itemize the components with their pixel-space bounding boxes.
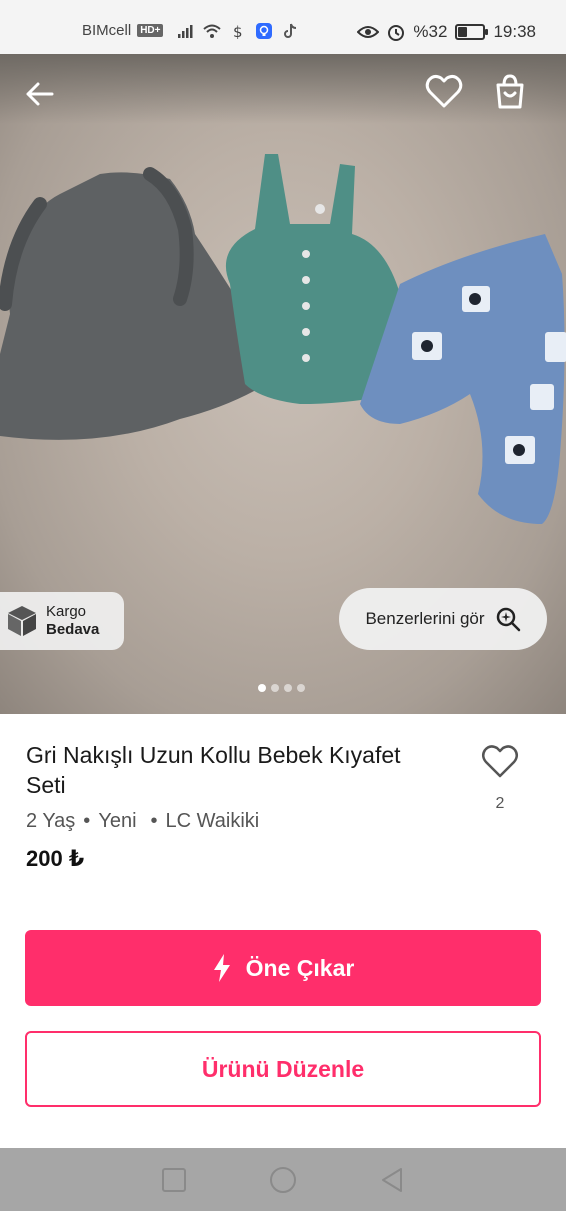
product-meta: 2 Yaş • Yeni • LC Waikiki — [26, 810, 259, 833]
bullet-separator: • — [83, 810, 91, 832]
promote-button[interactable]: Öne Çıkar — [25, 930, 541, 1006]
shopping-bag-icon[interactable] — [490, 72, 530, 112]
size-value: 2 Yaş — [26, 810, 76, 832]
tiktok-icon — [284, 23, 297, 38]
product-image-carousel[interactable]: Kargo Bedava Benzerlerini gör — [0, 54, 566, 714]
signal-icon — [178, 24, 193, 38]
package-box-icon — [8, 606, 36, 636]
bullet-separator: • — [150, 810, 158, 832]
back-arrow-icon[interactable] — [22, 76, 58, 112]
condition-value: Yeni — [98, 810, 137, 832]
system-navigation-bar — [0, 1148, 566, 1211]
favorite-section[interactable]: 2 — [480, 744, 520, 813]
heart-outline-icon[interactable] — [481, 744, 519, 780]
status-bar: BIMcell HD+ $ %32 19:38 — [0, 0, 566, 54]
carousel-indicator — [258, 684, 305, 692]
edit-product-button[interactable]: Ürünü Düzenle — [25, 1031, 541, 1107]
status-left: BIMcell HD+ $ — [82, 22, 299, 39]
back-triangle-icon[interactable] — [379, 1167, 405, 1193]
see-similar-label: Benzerlerini gör — [365, 609, 485, 628]
svg-text:$: $ — [233, 23, 243, 39]
dollar-icon: $ — [233, 23, 243, 39]
wifi-icon — [203, 24, 222, 38]
cargo-label: Kargo — [46, 603, 87, 620]
see-similar-button[interactable]: Benzerlerini gör — [339, 588, 547, 650]
battery-icon — [455, 24, 489, 40]
edit-label: Ürünü Düzenle — [201, 1055, 365, 1082]
carousel-dot[interactable] — [284, 684, 292, 692]
carousel-dot[interactable] — [271, 684, 279, 692]
product-title: Gri Nakışlı Uzun Kollu Bebek Kıyafet Set… — [26, 742, 401, 798]
battery-percent: %32 — [413, 22, 448, 41]
brand-value: LC Waikiki — [165, 810, 260, 832]
home-circle-icon[interactable] — [269, 1166, 297, 1194]
app-notification-icon — [256, 22, 273, 39]
free-label: Bedava — [46, 621, 100, 638]
carrier-name: BIMcell — [82, 22, 132, 39]
recent-apps-square-icon[interactable] — [161, 1167, 187, 1193]
status-right: %32 19:38 — [357, 22, 536, 42]
battery-level — [458, 27, 467, 37]
carousel-dot[interactable] — [258, 684, 266, 692]
network-badge: HD+ — [137, 24, 164, 37]
promote-label: Öne Çıkar — [245, 954, 355, 981]
search-sparkle-icon — [496, 607, 520, 632]
alarm-icon — [388, 25, 405, 41]
favorite-heart-icon[interactable] — [424, 72, 464, 112]
eye-icon — [357, 26, 380, 38]
clock: 19:38 — [493, 22, 536, 41]
free-shipping-badge: Kargo Bedava — [0, 592, 124, 650]
product-price: 200 ₺ — [26, 846, 85, 871]
lightning-bolt-icon — [213, 954, 230, 982]
favorite-count: 2 — [495, 795, 505, 812]
carousel-dot[interactable] — [297, 684, 305, 692]
